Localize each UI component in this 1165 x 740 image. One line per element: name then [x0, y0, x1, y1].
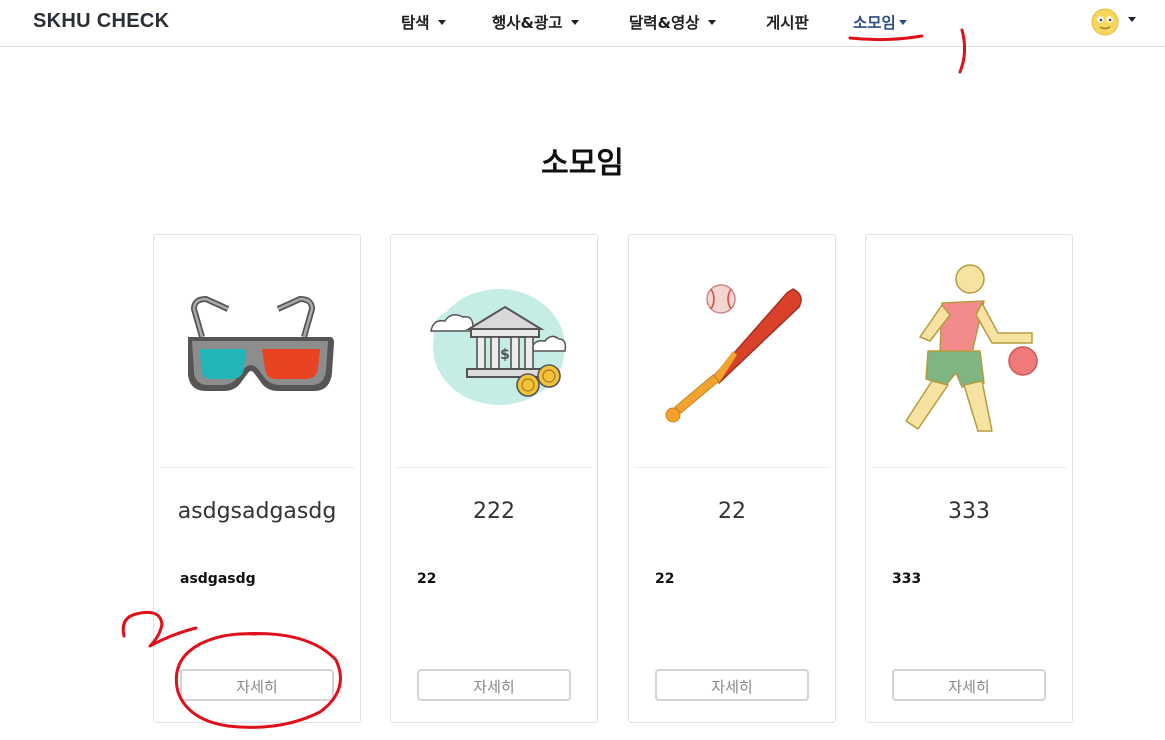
card-image — [154, 235, 360, 467]
top-navbar: SKHU CHECK 탐색 행사&광고 달력&영상 게시판 소모임 — [0, 0, 1165, 47]
nav-item-small-groups[interactable]: 소모임 — [853, 11, 907, 33]
card-divider — [635, 467, 829, 468]
3d-glasses-icon — [188, 296, 334, 391]
details-button[interactable]: 자세히 — [892, 669, 1046, 701]
nav-item-label: 게시판 — [766, 14, 809, 32]
card-title: 222 — [473, 499, 515, 524]
details-button[interactable]: 자세히 — [655, 669, 809, 701]
nav-item-label: 소모임 — [853, 14, 896, 32]
card-divider — [872, 467, 1066, 468]
nav-item-label: 탐색 — [401, 14, 430, 32]
nav-item-label: 행사&광고 — [492, 14, 563, 32]
card-title: asdgsadgasdg — [177, 499, 337, 524]
details-button[interactable]: 자세히 — [417, 669, 571, 701]
nav-item-calendar-video[interactable]: 달력&영상 — [629, 11, 716, 33]
chevron-down-icon — [437, 20, 446, 25]
smiley-face-icon — [1091, 8, 1119, 36]
bank-coins-icon: $ — [430, 289, 567, 405]
nav-item-board[interactable]: 게시판 — [766, 11, 809, 33]
chevron-down-icon — [570, 20, 579, 25]
group-card: 22 22 자세히 — [628, 234, 836, 723]
chevron-down-icon — [898, 20, 907, 25]
nav-item-events-ads[interactable]: 행사&광고 — [492, 11, 579, 33]
card-description: 22 — [655, 571, 675, 587]
svg-text:$: $ — [500, 347, 510, 363]
nav-item-label: 달력&영상 — [629, 14, 700, 32]
card-image: $ — [391, 235, 597, 467]
brand-logo[interactable]: SKHU CHECK — [33, 10, 169, 33]
nav-item-explore[interactable]: 탐색 — [401, 11, 446, 33]
chevron-down-icon — [1128, 17, 1136, 22]
card-title: 22 — [718, 499, 746, 524]
card-description: 333 — [892, 571, 922, 587]
chevron-down-icon — [707, 20, 716, 25]
card-divider — [397, 467, 591, 468]
card-image — [629, 235, 835, 467]
group-card: 333 333 자세히 — [865, 234, 1073, 723]
group-card: $ 222 22 자세히 — [390, 234, 598, 723]
card-divider — [160, 467, 354, 468]
card-title: 333 — [948, 499, 990, 524]
page-title: 소모임 — [541, 146, 624, 181]
card-description: asdgasdg — [180, 571, 256, 587]
details-button[interactable]: 자세히 — [180, 669, 334, 701]
group-card: asdgsadgasdg asdgasdg 자세히 — [153, 234, 361, 723]
baseball-bat-icon — [665, 284, 802, 423]
basketball-player-icon — [905, 264, 1038, 432]
card-image — [866, 235, 1072, 467]
card-description: 22 — [417, 571, 437, 587]
